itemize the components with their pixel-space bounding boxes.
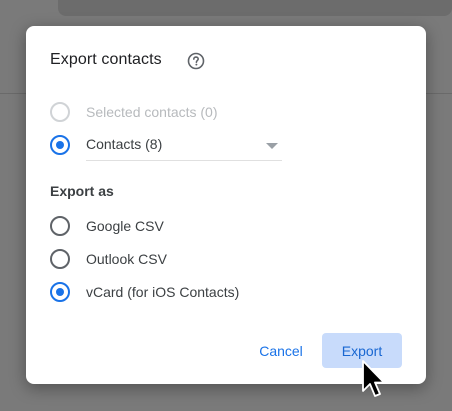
cancel-button[interactable]: Cancel (248, 333, 314, 368)
radio-vcard[interactable]: vCard (for iOS Contacts) (50, 280, 239, 304)
radio-button (50, 102, 70, 122)
radio-button[interactable] (50, 282, 70, 302)
dialog-title: Export contacts (50, 51, 162, 68)
radio-label[interactable]: vCard (for iOS Contacts) (86, 284, 239, 300)
radio-button[interactable] (50, 135, 70, 155)
help-circle-icon[interactable] (186, 51, 206, 71)
radio-google-csv[interactable]: Google CSV (50, 214, 164, 238)
background-divider (426, 93, 452, 94)
dropdown-arrow-icon[interactable] (266, 143, 278, 149)
background-divider (0, 93, 26, 94)
export-as-heading: Export as (50, 183, 114, 199)
radio-label[interactable]: Outlook CSV (86, 251, 167, 267)
background-panel (58, 0, 452, 16)
radio-contacts[interactable] (50, 133, 70, 157)
radio-selected-contacts: Selected contacts (0) (50, 100, 218, 124)
radio-button[interactable] (50, 249, 70, 269)
radio-button[interactable] (50, 216, 70, 236)
radio-label[interactable]: Google CSV (86, 218, 164, 234)
contacts-group-select[interactable]: Contacts (8) (86, 132, 282, 161)
arrow-pointer-icon (361, 360, 387, 400)
export-contacts-dialog: Export contacts Selected contacts (0) Co… (26, 26, 426, 384)
select-value: Contacts (8) (86, 136, 163, 152)
radio-outlook-csv[interactable]: Outlook CSV (50, 247, 167, 271)
radio-label: Selected contacts (0) (86, 104, 218, 120)
